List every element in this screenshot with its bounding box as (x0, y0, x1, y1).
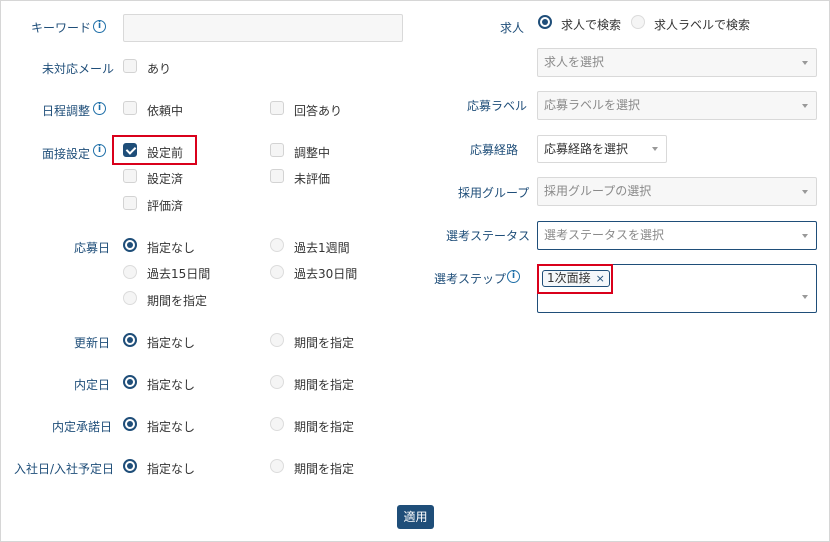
checkbox-label: 設定済 (147, 172, 184, 186)
radio-label: 指定なし (147, 462, 196, 476)
chevron-down-icon (652, 147, 658, 151)
radio-job-label-search[interactable] (631, 15, 645, 29)
join-date-label: 入社日/入社予定日 (14, 462, 115, 476)
checkbox-evaluated[interactable] (123, 196, 137, 210)
radio-app-range[interactable] (123, 291, 137, 305)
interview-setup-label: 面接設定 (42, 147, 91, 161)
radio-accept-range[interactable] (270, 417, 284, 431)
checkbox-label: 調整中 (294, 146, 331, 160)
checkbox-set[interactable] (123, 169, 137, 183)
apply-label-select[interactable]: 応募ラベルを選択 (537, 91, 817, 120)
radio-label: 期間を指定 (294, 336, 355, 350)
selection-step-label: 選考ステップ (434, 272, 507, 286)
checkbox-label: あり (147, 62, 172, 76)
offer-date-label: 内定日 (74, 378, 111, 392)
radio-offer-none[interactable] (123, 375, 137, 389)
radio-job-search[interactable] (538, 15, 552, 29)
checkbox-label: 未評価 (294, 172, 331, 186)
info-icon[interactable]: i (93, 144, 106, 157)
select-placeholder: 応募ラベルを選択 (544, 98, 641, 112)
radio-label: 過去1週間 (294, 241, 350, 255)
apply-button[interactable]: 適用 (397, 505, 434, 529)
apply-label-label: 応募ラベル (467, 99, 528, 113)
radio-join-none[interactable] (123, 459, 137, 473)
radio-offer-range[interactable] (270, 375, 284, 389)
chevron-down-icon (802, 103, 808, 108)
checkbox-unevaluated[interactable] (270, 169, 284, 183)
radio-updated-range[interactable] (270, 333, 284, 347)
apply-route-select[interactable]: 応募経路を選択 (537, 135, 667, 163)
updated-date-label: 更新日 (74, 336, 111, 350)
radio-label: 期間を指定 (147, 294, 208, 308)
select-placeholder: 採用グループの選択 (544, 184, 652, 198)
info-icon[interactable]: i (93, 102, 106, 115)
selection-status-label: 選考ステータス (446, 229, 531, 243)
radio-label: 期間を指定 (294, 378, 355, 392)
job-label: 求人 (500, 21, 525, 35)
radio-label: 指定なし (147, 420, 196, 434)
checkbox-mail-exists[interactable] (123, 59, 137, 73)
chevron-down-icon (802, 233, 808, 238)
apply-route-label: 応募経路 (470, 143, 519, 157)
selection-status-select[interactable]: 選考ステータスを選択 (537, 221, 817, 250)
recruit-group-label: 採用グループ (458, 186, 530, 200)
chevron-down-icon (802, 189, 808, 194)
checkbox-label: 設定前 (147, 146, 184, 160)
radio-app-none[interactable] (123, 238, 137, 252)
checkbox-before-setup[interactable] (123, 143, 137, 157)
job-select[interactable]: 求人を選択 (537, 48, 817, 77)
checkbox-label: 回答あり (294, 104, 343, 118)
checkbox-label: 依頼中 (147, 104, 184, 118)
radio-label: 求人で検索 (561, 18, 622, 32)
select-value: 応募経路を選択 (544, 142, 629, 156)
checkbox-label: 評価済 (147, 199, 184, 213)
checkbox-answered[interactable] (270, 101, 284, 115)
keyword-label: キーワード (31, 21, 92, 35)
radio-app-30days[interactable] (270, 265, 284, 279)
radio-accept-none[interactable] (123, 417, 137, 431)
radio-label: 期間を指定 (294, 420, 355, 434)
select-placeholder: 選考ステータスを選択 (544, 228, 665, 242)
info-icon[interactable]: i (93, 20, 106, 33)
radio-label: 求人ラベルで検索 (654, 18, 751, 32)
keyword-input[interactable] (123, 14, 403, 42)
radio-join-range[interactable] (270, 459, 284, 473)
radio-updated-none[interactable] (123, 333, 137, 347)
radio-app-1week[interactable] (270, 238, 284, 252)
radio-label: 過去15日間 (147, 267, 211, 281)
info-icon[interactable]: i (507, 270, 520, 283)
radio-label: 過去30日間 (294, 267, 358, 281)
schedule-label: 日程調整 (42, 104, 91, 118)
radio-label: 指定なし (147, 378, 196, 392)
chevron-down-icon (802, 60, 808, 65)
recruit-group-select[interactable]: 採用グループの選択 (537, 177, 817, 206)
highlight-box (537, 264, 613, 294)
offer-accept-date-label: 内定承諾日 (52, 420, 113, 434)
checkbox-adjusting[interactable] (270, 143, 284, 157)
chevron-down-icon (802, 295, 808, 299)
radio-app-15days[interactable] (123, 265, 137, 279)
select-placeholder: 求人を選択 (544, 55, 605, 69)
application-date-label: 応募日 (74, 241, 111, 255)
radio-label: 指定なし (147, 336, 196, 350)
radio-label: 期間を指定 (294, 462, 355, 476)
unhandled-mail-label: 未対応メール (42, 62, 115, 76)
checkbox-requesting[interactable] (123, 101, 137, 115)
radio-label: 指定なし (147, 241, 196, 255)
